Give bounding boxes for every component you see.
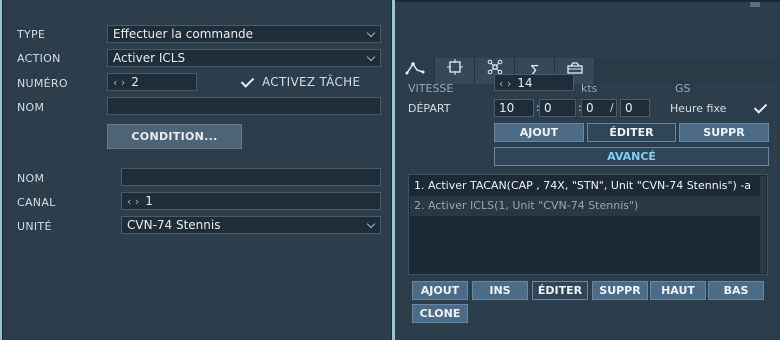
canal-stepper[interactable]: ‹ › 1 (121, 192, 381, 210)
depart-hours[interactable]: 10 (494, 99, 534, 117)
nom-input-2[interactable] (121, 168, 381, 186)
task-properties-panel: TYPE Effectuer la commande ACTION Active… (2, 0, 392, 340)
nom-label: NOM (17, 101, 45, 114)
resize-handle[interactable] (750, 2, 760, 7)
numero-label: NUMÉRO (17, 77, 68, 90)
day-separator: / (610, 101, 614, 114)
unite-dropdown[interactable]: CVN-74 Stennis (121, 216, 381, 234)
day-value: 0 (625, 101, 633, 115)
action-edit-button[interactable]: ÉDITER (532, 281, 588, 300)
type-label: TYPE (17, 28, 46, 41)
waypoint-delete-button[interactable]: SUPPR (679, 123, 769, 142)
minutes-value: 0 (544, 101, 552, 115)
stepper-arrows-icon[interactable]: ‹ › (127, 195, 139, 208)
waypoint-icon (405, 62, 424, 75)
tab-targets[interactable] (435, 58, 475, 84)
advanced-button[interactable]: AVANCÉ (494, 147, 769, 166)
action-insert-button[interactable]: INS (472, 281, 528, 300)
tab-bar: Σ (395, 58, 780, 84)
unite-value: CVN-74 Stennis (127, 218, 221, 232)
action-value: Activer ICLS (113, 51, 186, 65)
target-icon (446, 59, 463, 75)
network-icon (487, 59, 502, 75)
stepper-arrows-icon[interactable]: ‹ › (113, 76, 125, 89)
type-value: Effectuer la commande (113, 27, 254, 41)
vitesse-stepper[interactable]: ‹ › 14 (494, 74, 574, 91)
waypoint-edit-button[interactable]: ÉDITER (587, 123, 676, 142)
list-item[interactable]: 2. Activer ICLS(1, Unit "CVN-74 Stennis"… (410, 196, 760, 216)
actions-list[interactable]: 1. Activer TACAN(CAP , 74X, "STN", Unit … (408, 174, 768, 275)
chevron-down-icon (366, 219, 376, 229)
activez-tache-label: ACTIVEZ TÂCHE (262, 75, 361, 89)
waypoint-add-button[interactable]: AJOUT (494, 123, 584, 142)
heure-fixe-checkbox[interactable] (752, 100, 768, 116)
activez-tache-checkbox[interactable] (239, 74, 255, 90)
action-down-button[interactable]: BAS (708, 281, 764, 300)
list-scrollbar[interactable] (760, 176, 766, 273)
tab-waypoints[interactable] (395, 58, 435, 84)
gs-label: GS (675, 82, 691, 95)
chevron-down-icon (366, 28, 376, 38)
unite-label: UNITÉ (17, 220, 52, 233)
vitesse-label: VITESSE (408, 82, 454, 95)
stepper-arrows-icon[interactable]: ‹ › (499, 77, 511, 90)
canal-label: CANAL (17, 196, 56, 209)
nom-label-2: NOM (17, 172, 45, 185)
action-up-button[interactable]: HAUT (650, 281, 706, 300)
canal-value: 1 (145, 194, 153, 208)
route-panel: VITESSE ‹ › 14 kts GS DÉPART 10 : 0 : 0 /… (395, 74, 780, 340)
action-label: ACTION (17, 52, 61, 65)
action-dropdown[interactable]: Activer ICLS (107, 49, 381, 67)
depart-minutes[interactable]: 0 (539, 99, 576, 117)
depart-day[interactable]: 0 (620, 99, 650, 117)
type-dropdown[interactable]: Effectuer la commande (107, 25, 381, 43)
numero-stepper[interactable]: ‹ › 2 (107, 73, 197, 91)
nom-input[interactable] (107, 97, 381, 115)
panel-divider (395, 0, 780, 2)
list-item[interactable]: 1. Activer TACAN(CAP , 74X, "STN", Unit … (410, 176, 760, 196)
heure-fixe-label: Heure fixe (670, 102, 727, 115)
action-delete-button[interactable]: SUPPR (592, 281, 648, 300)
vitesse-value: 14 (517, 76, 533, 90)
condition-button[interactable]: CONDITION... (107, 124, 242, 149)
tank-icon (566, 62, 583, 74)
group-header-panel (395, 0, 780, 58)
hours-value: 10 (499, 101, 515, 115)
action-clone-button[interactable]: CLONE (412, 304, 468, 323)
chevron-down-icon (366, 52, 376, 62)
seconds-value: 0 (586, 101, 594, 115)
numero-value: 2 (131, 75, 139, 89)
action-add-button[interactable]: AJOUT (412, 281, 468, 300)
vitesse-unit: kts (581, 82, 598, 95)
depart-label: DÉPART (408, 102, 451, 115)
